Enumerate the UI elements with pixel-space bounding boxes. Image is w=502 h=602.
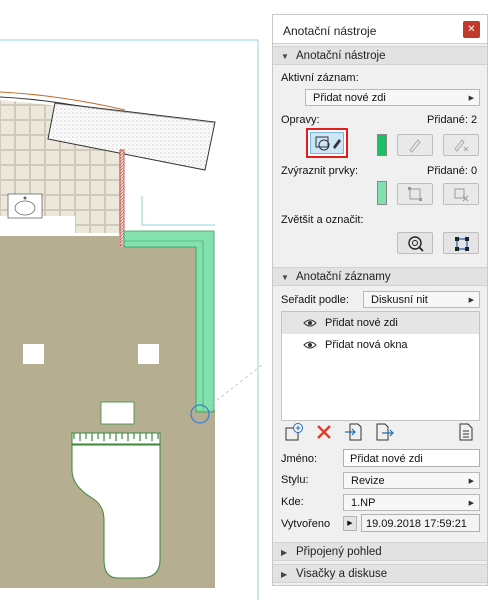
where-dropdown[interactable]: 1.NP ▶	[343, 494, 480, 511]
new-record-icon[interactable]	[284, 422, 304, 442]
created-expand-icon[interactable]: ▶	[343, 516, 357, 531]
column-1	[23, 344, 44, 364]
export-icon[interactable]	[374, 422, 394, 442]
where-value: 1.NP	[351, 497, 376, 509]
where-label: Kde:	[281, 496, 304, 508]
section-header-label: Anotační záznamy	[296, 271, 391, 283]
section-header-records[interactable]: ▼ Anotační záznamy	[273, 267, 487, 286]
dropdown-arrow-icon: ▶	[468, 500, 474, 507]
records-list[interactable]: Přidat nové zdi Přidat nová okna	[281, 311, 480, 421]
zoom-button[interactable]	[397, 232, 433, 254]
palette-titlebar[interactable]: Anotační nástroje ✕	[273, 15, 487, 44]
drawing-canvas[interactable]	[0, 0, 268, 602]
list-item-label: Přidat nové zdi	[325, 317, 398, 329]
delete-record-icon[interactable]	[314, 422, 334, 442]
dropdown-arrow-icon: ▶	[468, 297, 474, 304]
sort-dropdown[interactable]: Diskusní nit ▶	[363, 291, 480, 308]
expand-triangle-icon: ▶	[281, 570, 288, 579]
close-icon[interactable]: ✕	[463, 21, 480, 38]
sink-symbol	[7, 193, 43, 219]
fixes-edit-button[interactable]	[397, 134, 433, 156]
list-item[interactable]: Přidat nová okna	[282, 334, 479, 356]
fixes-color-swatch[interactable]	[377, 134, 387, 156]
name-label: Jméno:	[281, 453, 318, 465]
eye-icon[interactable]	[303, 318, 317, 328]
section-header-tools[interactable]: ▼ Anotační nástroje	[273, 46, 487, 65]
fixes-tool-button[interactable]	[306, 128, 348, 158]
fixes-tool-icon	[310, 132, 344, 154]
column-2	[138, 344, 159, 364]
active-record-dropdown[interactable]: Přidat nové zdi ▶	[305, 89, 480, 106]
highlight-label: Zvýraznit prvky:	[281, 165, 359, 177]
eye-icon[interactable]	[303, 340, 317, 350]
style-dropdown[interactable]: Revize ▶	[343, 472, 480, 489]
section-header-label: Anotační nástroje	[296, 50, 386, 62]
highlight-color-swatch[interactable]	[377, 181, 387, 205]
mark-button[interactable]	[443, 232, 479, 254]
active-record-label: Aktivní záznam:	[281, 72, 359, 84]
window-opening	[100, 401, 135, 425]
sort-label: Seřadit podle:	[281, 294, 349, 306]
highlight-added-count: Přidané: 0	[427, 165, 478, 177]
name-field[interactable]: Přidat nové zdi	[343, 449, 480, 467]
dropdown-arrow-icon: ▶	[468, 95, 474, 102]
name-value: Přidat nové zdi	[350, 453, 423, 465]
sort-value: Diskusní nit	[371, 294, 428, 306]
section-header-label: Připojený pohled	[296, 546, 382, 558]
active-record-value: Přidat nové zdi	[313, 92, 386, 104]
import-icon[interactable]	[344, 422, 364, 442]
wall-hatched	[119, 149, 125, 247]
highlight-remove-button[interactable]	[443, 183, 479, 205]
document-icon[interactable]	[456, 422, 476, 442]
floor-plan-drawing	[0, 39, 263, 600]
dropdown-arrow-icon: ▶	[468, 478, 474, 485]
highlight-add-button[interactable]	[397, 183, 433, 205]
fixes-remove-button[interactable]	[443, 134, 479, 156]
created-value: 19.09.2018 17:59:21	[366, 518, 467, 530]
section-header-label: Visačky a diskuse	[296, 568, 388, 580]
fixes-added-count: Přidané: 2	[427, 114, 478, 126]
expand-triangle-icon: ▶	[281, 548, 288, 557]
style-value: Revize	[351, 475, 385, 487]
fixes-label: Opravy:	[281, 114, 320, 126]
section-header-linked-view[interactable]: ▶ Připojený pohled	[273, 542, 487, 561]
style-label: Stylu:	[281, 474, 309, 486]
list-item[interactable]: Přidat nové zdi	[282, 312, 479, 334]
created-field: 19.09.2018 17:59:21	[361, 514, 480, 532]
created-label: Vytvořeno	[281, 518, 331, 530]
list-item-label: Přidat nová okna	[325, 339, 408, 351]
collapse-triangle-icon: ▼	[281, 52, 289, 61]
collapse-triangle-icon: ▼	[281, 273, 289, 282]
zoom-mark-label: Zvětšit a označit:	[281, 214, 364, 226]
annotation-palette: Anotační nástroje ✕ ▼ Anotační nástroje …	[272, 14, 488, 586]
section-header-tags[interactable]: ▶ Visačky a diskuse	[273, 564, 487, 583]
palette-title: Anotační nástroje	[283, 24, 377, 38]
